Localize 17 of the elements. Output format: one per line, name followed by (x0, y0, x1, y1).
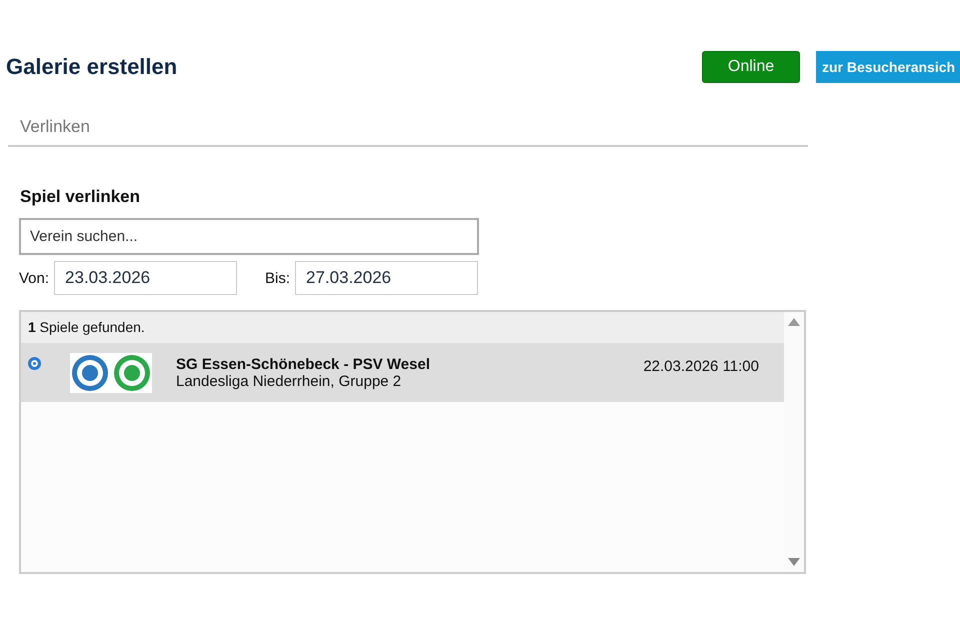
scroll-up-icon[interactable] (787, 317, 801, 327)
radio-button[interactable] (28, 357, 41, 370)
results-count: 1 Spiele gefunden. (21, 312, 784, 343)
game-row[interactable]: SG Essen-Schönebeck - PSV Wesel Landesliga Niederrhein, Gruppe 2 22.03.2026 11:00 (21, 343, 784, 402)
subsection-title: Spiel verlinken (20, 187, 141, 207)
club-search-field[interactable]: Verein suchen... (19, 218, 479, 255)
from-label: Von: (19, 270, 50, 286)
from-date-field[interactable]: 23.03.2026 (54, 261, 238, 295)
to-label: Bis: (265, 270, 290, 286)
scroll-down-icon[interactable] (787, 557, 801, 567)
game-league: Landesliga Niederrhein, Gruppe 2 (176, 372, 402, 390)
section-title: Verlinken (20, 117, 91, 137)
to-date-field[interactable]: 27.03.2026 (295, 261, 478, 295)
online-button[interactable]: Online (702, 51, 800, 83)
game-datetime: 22.03.2026 11:00 (643, 358, 759, 375)
page-title: Galerie erstellen (6, 54, 178, 80)
game-teams: SG Essen-Schönebeck - PSV Wesel (176, 356, 431, 372)
